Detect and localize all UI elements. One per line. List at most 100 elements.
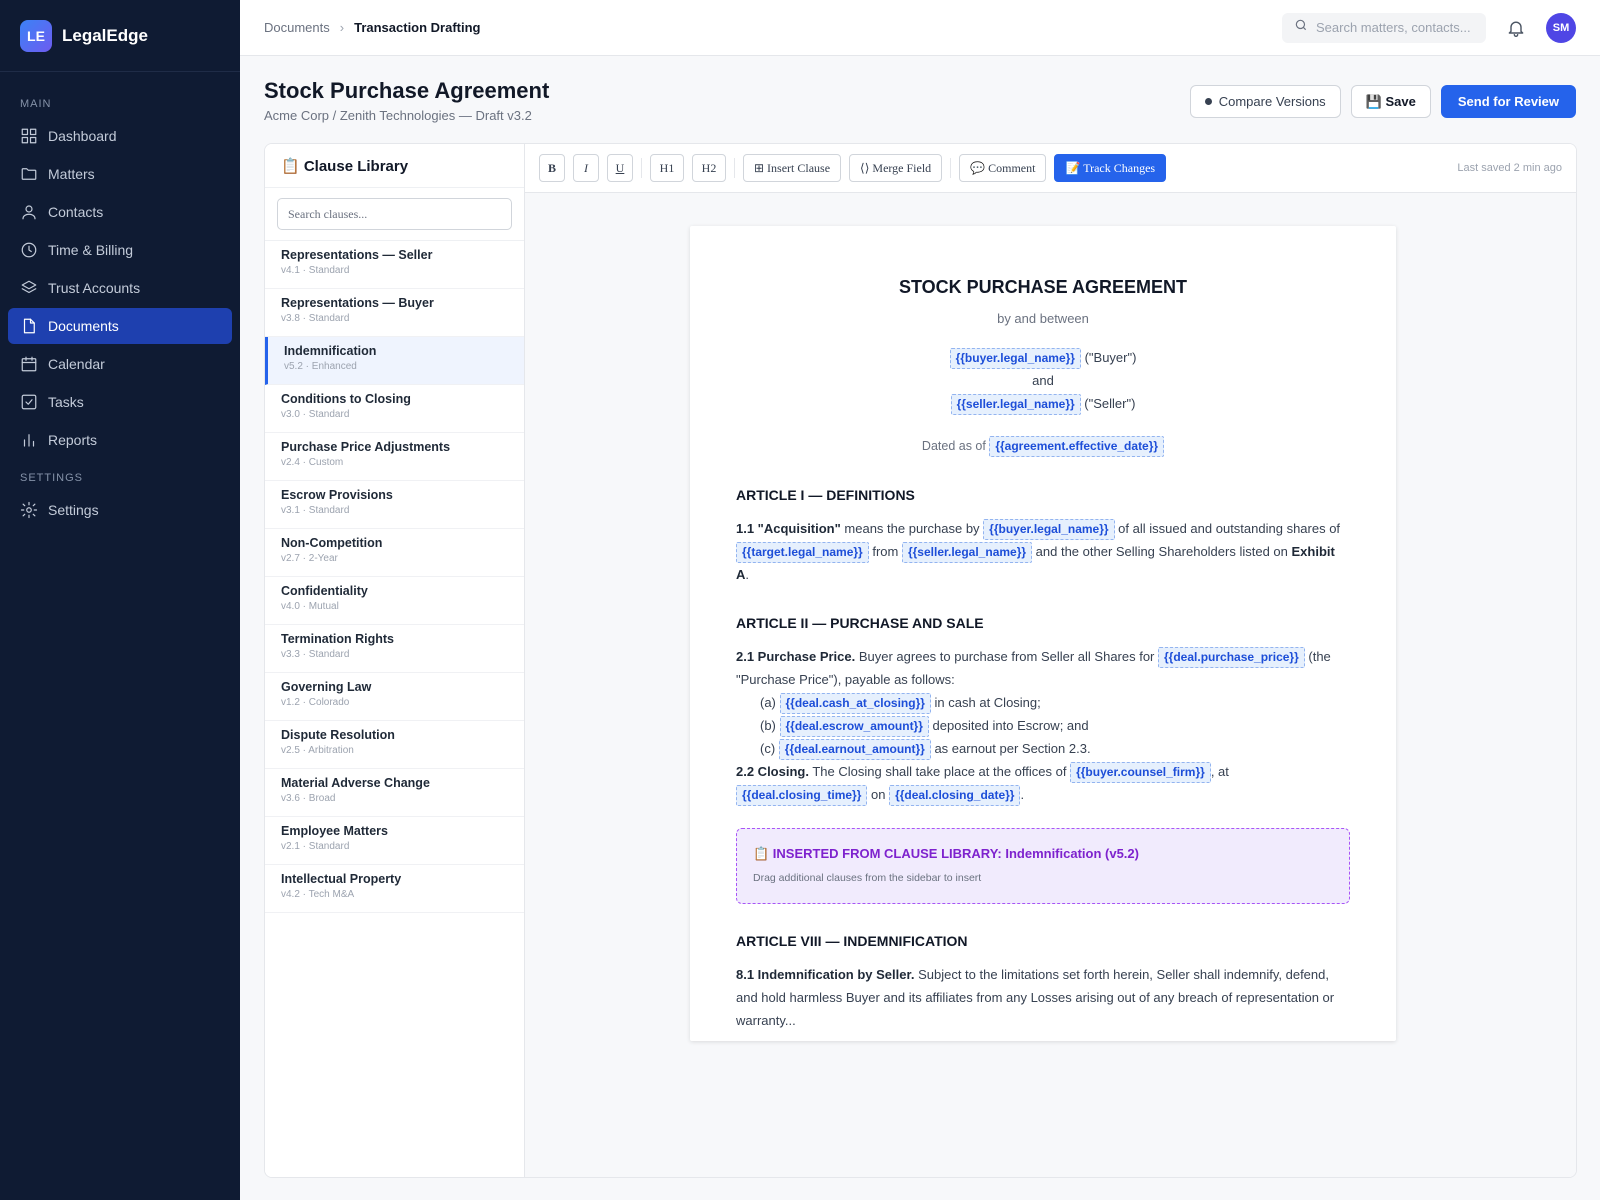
- dot-icon: [1204, 98, 1212, 105]
- clause-title: Dispute Resolution: [281, 728, 395, 742]
- sidebar-item-label: Dashboard: [48, 128, 117, 144]
- clause-item[interactable]: Escrow Provisions v3.1 · Standard: [265, 481, 524, 529]
- paragraph-1-1: 1.1 "Acquisition" means the purchase by …: [736, 517, 1350, 586]
- paragraph-text: , at: [1210, 764, 1229, 779]
- last-saved-status: Last saved 2 min ago: [1457, 162, 1562, 174]
- italic-button[interactable]: I: [573, 154, 599, 182]
- clause-meta: v3.0 · Standard: [281, 409, 350, 420]
- clause-search-input[interactable]: [277, 198, 512, 230]
- comment-button[interactable]: 💬 Comment: [959, 154, 1047, 182]
- toolbar-divider: [641, 158, 642, 178]
- clause-item[interactable]: Representations — Buyer v3.8 · Standard: [265, 289, 524, 337]
- sidebar-item-calendar[interactable]: Calendar: [8, 346, 232, 382]
- clause-meta: v5.2 · Enhanced: [284, 361, 357, 372]
- clause-item[interactable]: Material Adverse Change v3.6 · Broad: [265, 769, 524, 817]
- avatar[interactable]: SM: [1546, 12, 1576, 43]
- clause-item[interactable]: Intellectual Property v4.2 · Tech M&A: [265, 865, 524, 913]
- gear-icon: [20, 501, 38, 519]
- merge-field[interactable]: {{target.legal_name}}: [736, 542, 869, 563]
- clause-item[interactable]: Governing Law v1.2 · Colorado: [265, 673, 524, 721]
- sidebar-item-matters[interactable]: Matters: [8, 156, 232, 192]
- send-for-review-button[interactable]: Send for Review: [1440, 85, 1576, 118]
- list-item-a: (a) {{deal.cash_at_closing}} in cash at …: [736, 691, 1350, 714]
- sidebar-item-contacts[interactable]: Contacts: [8, 194, 232, 230]
- merge-field[interactable]: {{deal.earnout_amount}}: [778, 739, 931, 760]
- clause-title: Employee Matters: [281, 824, 388, 838]
- paragraph-text: The Closing shall take place at the offi…: [808, 764, 1071, 779]
- list-text: deposited into Escrow; and: [928, 718, 1089, 733]
- save-button[interactable]: 💾 Save: [1350, 85, 1431, 118]
- insert-clause-button[interactable]: ⊞ Insert Clause: [743, 154, 842, 182]
- merge-field[interactable]: {{seller.legal_name}}: [901, 542, 1033, 563]
- topbar: Documents › Transaction Drafting SM: [240, 0, 1600, 56]
- clock-icon: [20, 241, 38, 259]
- breadcrumb-documents[interactable]: Documents: [264, 20, 330, 35]
- document-page[interactable]: STOCK PURCHASE AGREEMENT by and between …: [690, 226, 1396, 1041]
- compare-versions-button[interactable]: Compare Versions: [1189, 85, 1341, 118]
- clause-title: Intellectual Property: [281, 872, 402, 886]
- merge-field[interactable]: {{deal.purchase_price}}: [1158, 647, 1305, 668]
- brand-logo: LE: [20, 19, 52, 52]
- page-title: Stock Purchase Agreement: [264, 78, 550, 103]
- section-number: 2.1 Purchase Price.: [736, 649, 856, 664]
- clause-item[interactable]: Employee Matters v2.1 · Standard: [265, 817, 524, 865]
- clause-list: Representations — Seller v4.1 · Standard …: [265, 241, 524, 913]
- clause-meta: v3.6 · Broad: [281, 793, 336, 804]
- clause-meta: v2.4 · Custom: [281, 457, 344, 468]
- merge-field[interactable]: {{buyer.legal_name}}: [949, 348, 1081, 369]
- merge-field[interactable]: {{deal.cash_at_closing}}: [779, 693, 931, 714]
- sidebar-item-trust-accounts[interactable]: Trust Accounts: [8, 270, 232, 306]
- sidebar-item-reports[interactable]: Reports: [8, 422, 232, 458]
- section-number: 8.1 Indemnification by Seller.: [736, 967, 915, 982]
- sidebar-item-time-billing[interactable]: Time & Billing: [8, 232, 232, 268]
- paragraph-2-1: 2.1 Purchase Price. Buyer agrees to purc…: [736, 645, 1350, 691]
- toolbar-divider: [950, 158, 952, 178]
- clause-meta: v4.0 · Mutual: [281, 601, 339, 612]
- checkbox-icon: [20, 393, 38, 411]
- track-changes-button[interactable]: 📝 Track Changes: [1054, 154, 1167, 182]
- global-search[interactable]: [1282, 12, 1486, 43]
- clause-item[interactable]: Termination Rights v3.3 · Standard: [265, 625, 524, 673]
- clause-item[interactable]: Confidentiality v4.0 · Mutual: [265, 577, 524, 625]
- list-text: in cash at Closing;: [930, 695, 1041, 710]
- sidebar-item-documents[interactable]: Documents: [8, 308, 232, 344]
- paragraph-text: of all issued and outstanding shares of: [1114, 521, 1341, 536]
- sidebar-item-dashboard[interactable]: Dashboard: [8, 118, 232, 154]
- merge-field[interactable]: {{deal.closing_time}}: [736, 785, 868, 806]
- clause-search-wrap: [265, 188, 524, 241]
- merge-field-button[interactable]: ⟨⟩ Merge Field: [849, 154, 943, 182]
- article-heading: ARTICLE VIII — INDEMNIFICATION: [736, 933, 968, 949]
- bell-icon[interactable]: [1506, 18, 1526, 38]
- merge-field[interactable]: {{buyer.counsel_firm}}: [1070, 762, 1211, 783]
- sidebar-item-label: Reports: [48, 432, 98, 448]
- sidebar-item-label: Calendar: [48, 356, 105, 372]
- clause-item-selected[interactable]: Indemnification v5.2 · Enhanced: [265, 337, 524, 385]
- underline-button[interactable]: U: [607, 154, 633, 182]
- merge-field[interactable]: {{deal.escrow_amount}}: [779, 716, 929, 737]
- sidebar-item-settings[interactable]: Settings: [8, 492, 232, 528]
- bold-button[interactable]: B: [539, 154, 565, 182]
- inserted-clause-dropzone[interactable]: 📋 INSERTED FROM CLAUSE LIBRARY: Indemnif…: [736, 828, 1350, 904]
- sidebar-item-label: Settings: [48, 502, 99, 518]
- merge-field[interactable]: {{buyer.legal_name}}: [983, 519, 1115, 540]
- sidebar-item-tasks[interactable]: Tasks: [8, 384, 232, 420]
- sidebar-item-label: Trust Accounts: [48, 280, 141, 296]
- clause-item[interactable]: Non-Competition v2.7 · 2-Year: [265, 529, 524, 577]
- merge-field[interactable]: {{deal.closing_date}}: [889, 785, 1021, 806]
- clause-item[interactable]: Dispute Resolution v2.5 · Arbitration: [265, 721, 524, 769]
- heading2-button[interactable]: H2: [692, 154, 726, 182]
- document-between: by and between: [997, 311, 1089, 326]
- merge-field[interactable]: {{agreement.effective_date}}: [989, 436, 1165, 457]
- paragraph-8-1: 8.1 Indemnification by Seller. Subject t…: [736, 963, 1350, 1032]
- clause-item[interactable]: Representations — Seller v4.1 · Standard: [265, 241, 524, 289]
- heading1-button[interactable]: H1: [650, 154, 684, 182]
- merge-field[interactable]: {{seller.legal_name}}: [950, 394, 1081, 415]
- clause-item[interactable]: Purchase Price Adjustments v2.4 · Custom: [265, 433, 524, 481]
- clause-item[interactable]: Conditions to Closing v3.0 · Standard: [265, 385, 524, 433]
- paragraph-2-2: 2.2 Closing. The Closing shall take plac…: [736, 760, 1350, 806]
- layers-icon: [20, 279, 38, 297]
- list-label: (c): [760, 741, 776, 756]
- global-search-input[interactable]: [1316, 20, 1476, 35]
- brand[interactable]: LE LegalEdge: [0, 0, 240, 72]
- page-subtitle: Acme Corp / Zenith Technologies — Draft …: [264, 108, 532, 123]
